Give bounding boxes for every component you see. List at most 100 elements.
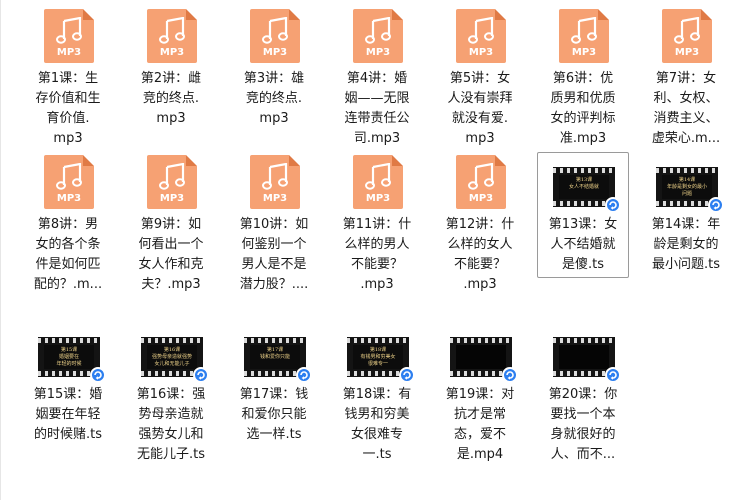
file-item[interactable]: MP3 第8讲：男 女的各个条 件是如何匹 配的？.m...: [22, 152, 114, 296]
video-play-icon: [296, 367, 312, 383]
file-name-line: mp3: [465, 131, 495, 146]
file-item[interactable]: 第16课 强势母亲造就强势 女儿和无能儿子 第16课：强 势母亲造就 强势女儿和 无能儿…: [125, 322, 217, 466]
video-thumbnail: 第15课 婚姻要在 年轻的时候: [38, 337, 106, 383]
file-item[interactable]: 第15课 婚姻要在 年轻的时候 第15课：婚 姻要在年轻 的时候赌.ts: [22, 322, 114, 446]
file-name-line: 第9讲：如: [140, 217, 202, 232]
file-item[interactable]: 第20课：你 要找一个本 身就很好的 人、而不...: [537, 322, 629, 466]
file-thumbnail[interactable]: MP3: [126, 7, 218, 65]
file-thumbnail[interactable]: MP3: [229, 7, 321, 65]
file-item[interactable]: MP3 第2讲：雌竞的终点. mp3: [125, 6, 217, 130]
file-name-line: 育价值.: [46, 111, 90, 126]
file-name-line: 第10讲：如: [239, 217, 309, 232]
mp3-file-icon: MP3: [353, 9, 403, 63]
video-frame-title: 第13课 女人不结婚就: [559, 175, 609, 199]
file-name-line: 最小问题.ts: [651, 257, 720, 272]
file-item[interactable]: MP3 第5讲：女 人没有崇拜 就没有爱. mp3: [434, 6, 526, 150]
file-thumbnail[interactable]: MP3: [23, 153, 115, 211]
file-name-line: 不能要？: [453, 257, 506, 272]
file-thumbnail[interactable]: 第13课 女人不结婚就: [538, 153, 630, 213]
file-name-line: mp3: [53, 131, 83, 146]
file-thumbnail[interactable]: MP3: [435, 153, 527, 211]
file-item[interactable]: MP3 第12讲：什 么样的女人 不能要？ .mp3: [434, 152, 526, 296]
file-type-badge: MP3: [468, 47, 494, 58]
file-item[interactable]: MP3 第11讲：什 么样的男人 不能要？ .mp3: [331, 152, 423, 296]
mp3-file-icon: MP3: [559, 9, 609, 63]
file-thumbnail[interactable]: MP3: [332, 7, 424, 65]
file-name-line: 第12讲：什: [445, 217, 515, 232]
file-name-line: 质男和优质: [550, 91, 616, 106]
music-note-icon: [159, 163, 185, 190]
file-item[interactable]: MP3 第4讲：婚 姻——无限 连带责任公 司.mp3: [331, 6, 423, 150]
file-item[interactable]: MP3 第1课：生 存价值和生 育价值. mp3: [22, 6, 114, 150]
file-grid: MP3 第1课：生 存价值和生 育价值. mp3 MP3 第2讲：雌 竞的终点. mp3 MP3 第…: [0, 0, 743, 500]
file-thumbnail[interactable]: MP3: [332, 153, 424, 211]
file-name-line: 何鉴别一个: [241, 237, 307, 252]
video-thumbnail: 第18课 有钱男和穷美女 很难专一: [347, 337, 415, 383]
file-name-line: 姻要在年轻: [35, 407, 101, 422]
file-name-label: 第2讲：雌竞的终点. mp3: [126, 69, 216, 129]
video-play-icon: [605, 197, 621, 213]
file-thumbnail[interactable]: 第15课 婚姻要在 年轻的时候: [23, 323, 115, 383]
file-name-line: 第14课：年: [651, 217, 721, 232]
file-name-label: 第4讲：婚 姻——无限 连带责任公 司.mp3: [332, 69, 422, 149]
file-thumbnail[interactable]: 第16课 强势母亲造就强势 女儿和无能儿子: [126, 323, 218, 383]
file-name-line: 准.mp3: [559, 131, 607, 146]
file-name-line: 第17课：钱: [239, 387, 309, 402]
file-name-line: 何看出一个: [138, 237, 204, 252]
file-thumbnail[interactable]: [538, 323, 630, 383]
music-note-icon: [262, 17, 288, 44]
file-name-line: 竞的终点.: [142, 91, 200, 106]
file-name-line: 第2讲：雌: [140, 71, 202, 86]
file-type-badge: MP3: [56, 47, 82, 58]
file-item[interactable]: 第13课 女人不结婚就 第13课：女 人不结婚就 是傻.ts: [537, 152, 629, 278]
file-name-line: 第13课：女: [548, 217, 618, 232]
file-name-line: 第11讲：什: [342, 217, 412, 232]
file-name-line: 第19课：对: [445, 387, 515, 402]
file-name-line: 势母亲造就: [138, 407, 204, 422]
file-name-line: 态，爱不: [453, 427, 506, 442]
file-thumbnail[interactable]: 第14课 年龄是剩女的最小 问题: [641, 153, 733, 213]
file-thumbnail[interactable]: MP3: [538, 7, 630, 65]
film-perforation: [244, 338, 306, 343]
file-type-badge: MP3: [262, 47, 288, 58]
file-thumbnail[interactable]: MP3: [23, 7, 115, 65]
film-perforation: [553, 338, 615, 343]
file-thumbnail[interactable]: MP3: [126, 153, 218, 211]
file-thumbnail[interactable]: 第17课 钱和爱你只能: [229, 323, 321, 383]
file-item[interactable]: MP3 第10讲：如 何鉴别一个 男人是不是 潜力股？....: [228, 152, 320, 296]
file-name-line: mp3: [156, 111, 186, 126]
file-item[interactable]: MP3 第6讲：优 质男和优质 女的评判标 准.mp3: [537, 6, 629, 150]
file-type-badge: MP3: [365, 47, 391, 58]
video-play-icon: [193, 367, 209, 383]
file-item[interactable]: MP3 第7讲：女 利、女权、 消费主义、 虚荣心.m...: [640, 6, 732, 150]
music-note-icon: [56, 17, 82, 44]
file-type-badge: MP3: [365, 193, 391, 204]
file-item[interactable]: 第17课 钱和爱你只能 第17课：钱 和爱你只能 选一样.ts: [228, 322, 320, 446]
file-thumbnail[interactable]: [435, 323, 527, 383]
file-name-line: 竞的终点.: [245, 91, 303, 106]
file-name-line: 无能儿子.ts: [136, 447, 205, 462]
video-play-icon: [708, 197, 724, 213]
file-name-line: 司.mp3: [353, 131, 401, 146]
file-name-line: 抗才是常: [453, 407, 506, 422]
video-frame-title: 第18课 有钱男和穷美女 很难专一: [353, 345, 403, 369]
file-thumbnail[interactable]: MP3: [641, 7, 733, 65]
file-thumbnail[interactable]: MP3: [435, 7, 527, 65]
file-item[interactable]: 第14课 年龄是剩女的最小 问题 第14课：年 龄是剩女的 最小问题.ts: [640, 152, 732, 276]
music-note-icon: [468, 17, 494, 44]
file-item[interactable]: 第18课 有钱男和穷美女 很难专一 第18课：有 钱男和穷美 女很难专 一.ts: [331, 322, 423, 466]
file-name-label: 第5讲：女 人没有崇拜 就没有爱. mp3: [435, 69, 525, 149]
file-thumbnail[interactable]: 第18课 有钱男和穷美女 很难专一: [332, 323, 424, 383]
file-name-label: 第7讲：女 利、女权、 消费主义、 虚荣心.m...: [641, 69, 731, 149]
file-name-line: 第7讲：女: [655, 71, 717, 86]
file-name-line: 第20课：你: [548, 387, 618, 402]
file-item[interactable]: MP3 第9讲：如 何看出一个 女人作和克 夫？.mp3: [125, 152, 217, 296]
file-item[interactable]: 第19课：对 抗才是常 态，爱不 是.mp4: [434, 322, 526, 466]
file-item[interactable]: MP3 第3讲：雄 竞的终点. mp3: [228, 6, 320, 130]
file-name-line: 女很难专: [350, 427, 403, 442]
file-name-line: 么样的男人: [344, 237, 410, 252]
file-name-line: 消费主义、: [653, 111, 719, 126]
file-thumbnail[interactable]: MP3: [229, 153, 321, 211]
file-type-badge: MP3: [571, 47, 597, 58]
file-name-line: 和爱你只能: [241, 407, 307, 422]
